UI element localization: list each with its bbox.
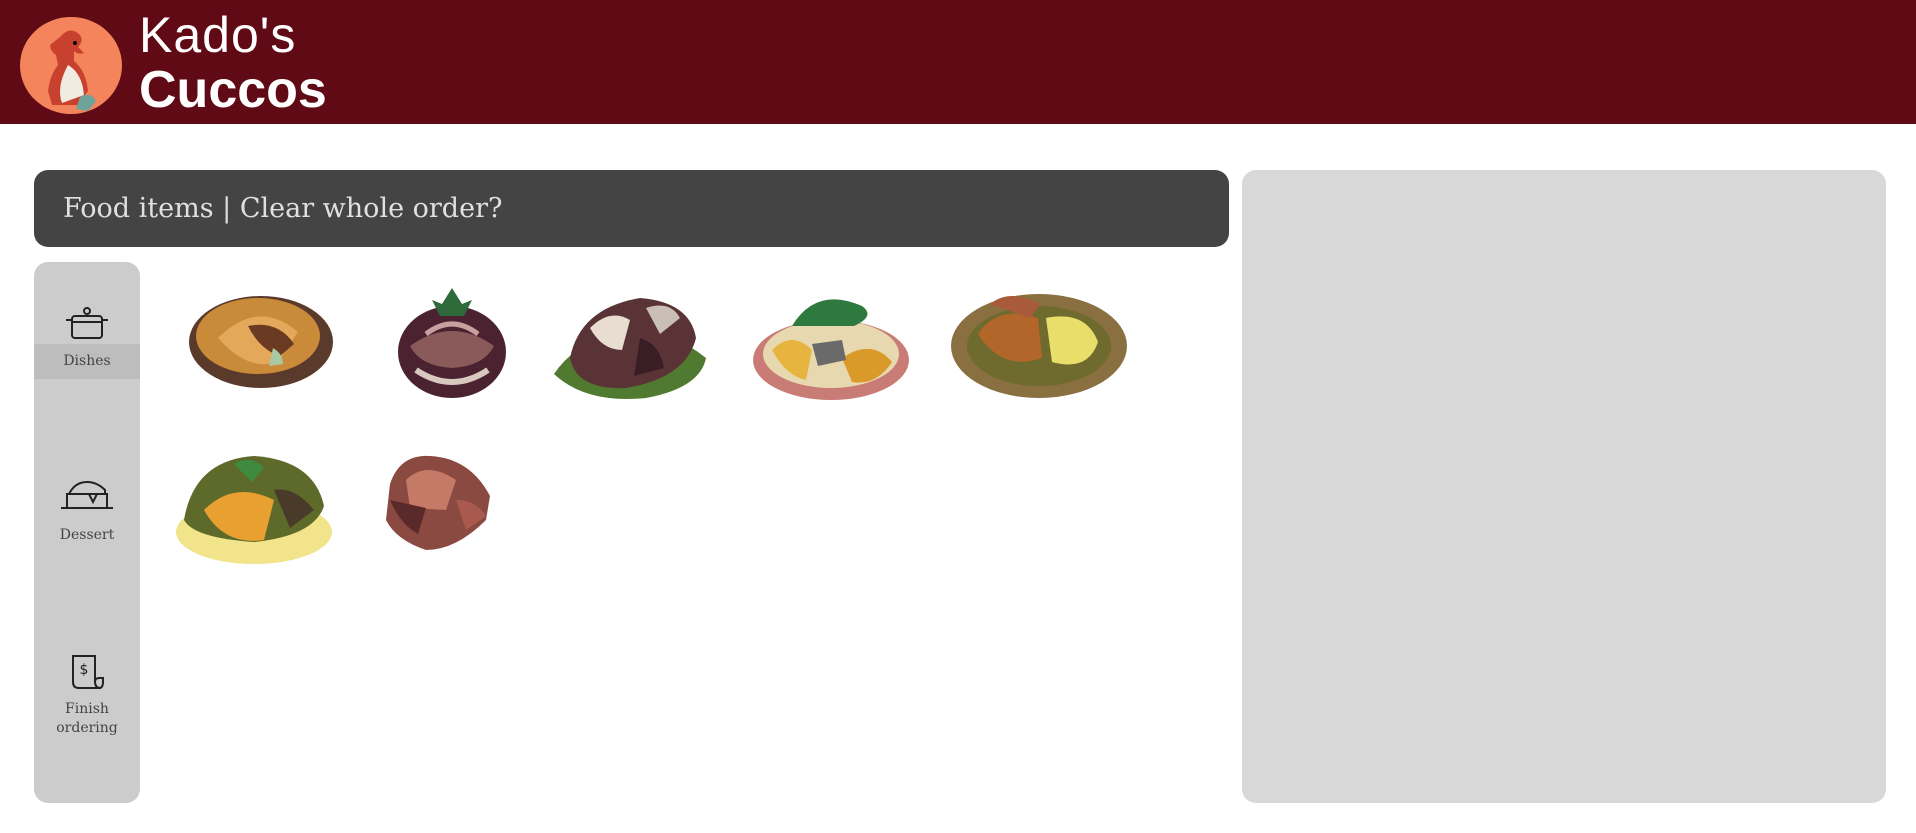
- sidebar-item-label: Dishes: [34, 344, 140, 379]
- food-item[interactable]: [376, 450, 494, 560]
- steamed-dumpling-icon: [398, 288, 506, 398]
- omelet-plate-icon: [176, 456, 332, 564]
- sidebar-item-label: Dessert: [59, 527, 115, 543]
- cake-icon: [61, 480, 113, 509]
- food-item[interactable]: [188, 286, 334, 396]
- curry-plate-icon: [951, 294, 1127, 398]
- sidebar-item-dessert[interactable]: Dessert: [34, 478, 140, 553]
- brand-title-line1: Kado's: [139, 7, 297, 63]
- order-toolbar: Food items | Clear whole order?: [34, 170, 1229, 247]
- brand-title-line2: Cuccos: [139, 61, 327, 119]
- category-sidebar: Dishes Dessert $ Finish ordering: [34, 262, 140, 803]
- svg-text:$: $: [80, 662, 89, 678]
- sidebar-item-finish-ordering[interactable]: $ Finish ordering: [34, 652, 140, 746]
- food-item[interactable]: [752, 286, 910, 406]
- chicken-logo-icon: [20, 17, 122, 114]
- food-item-grid: [160, 270, 1220, 570]
- food-item[interactable]: [396, 284, 508, 406]
- meat-pie-icon: [189, 296, 333, 388]
- food-item[interactable]: [174, 450, 334, 570]
- app-header: Kado's Cuccos: [0, 0, 1916, 124]
- sidebar-item-label: Finish ordering: [56, 701, 118, 736]
- receipt-icon: $: [72, 655, 104, 689]
- sidebar-item-dishes[interactable]: Dishes: [34, 304, 140, 379]
- toolbar-separator: |: [213, 193, 240, 224]
- food-item[interactable]: [950, 284, 1128, 404]
- clear-order-link[interactable]: Clear whole order?: [240, 193, 503, 224]
- roasted-meat-icon: [554, 298, 706, 399]
- seafood-plate-icon: [753, 299, 909, 400]
- pot-icon: [66, 307, 108, 339]
- order-summary-panel: [1242, 170, 1886, 803]
- food-item[interactable]: [550, 288, 710, 406]
- food-items-link[interactable]: Food items: [63, 193, 214, 224]
- meat-skewer-icon: [386, 455, 490, 550]
